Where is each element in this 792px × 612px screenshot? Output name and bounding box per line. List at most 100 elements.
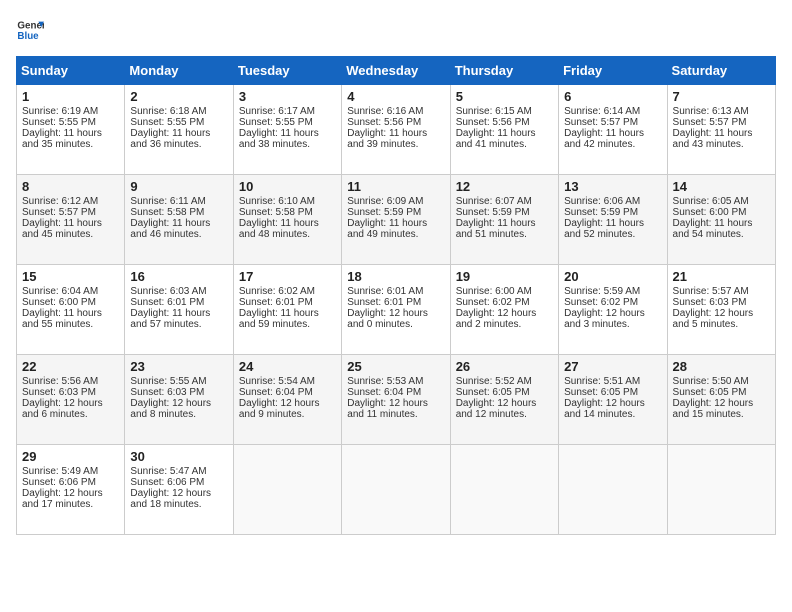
sunset-text: Sunset: 6:01 PM: [347, 297, 421, 308]
sunset-text: Sunset: 6:05 PM: [673, 387, 747, 398]
table-row: 15Sunrise: 6:04 AMSunset: 6:00 PMDayligh…: [17, 265, 125, 355]
daylight-text: Daylight: 11 hours and 43 minutes.: [673, 128, 753, 150]
sunset-text: Sunset: 5:57 PM: [22, 207, 96, 218]
sunrise-text: Sunrise: 6:13 AM: [673, 106, 749, 117]
sunrise-text: Sunrise: 5:57 AM: [673, 286, 749, 297]
daylight-text: Daylight: 12 hours and 3 minutes.: [564, 308, 645, 330]
day-number: 25: [347, 359, 444, 374]
table-row: 21Sunrise: 5:57 AMSunset: 6:03 PMDayligh…: [667, 265, 775, 355]
sunrise-text: Sunrise: 6:04 AM: [22, 286, 98, 297]
table-row: [450, 445, 558, 535]
day-number: 8: [22, 179, 119, 194]
daylight-text: Daylight: 11 hours and 36 minutes.: [130, 128, 210, 150]
table-row: 18Sunrise: 6:01 AMSunset: 6:01 PMDayligh…: [342, 265, 450, 355]
table-row: [559, 445, 667, 535]
sunset-text: Sunset: 6:05 PM: [564, 387, 638, 398]
sunset-text: Sunset: 5:58 PM: [239, 207, 313, 218]
day-number: 20: [564, 269, 661, 284]
table-row: 3Sunrise: 6:17 AMSunset: 5:55 PMDaylight…: [233, 85, 341, 175]
table-row: [342, 445, 450, 535]
daylight-text: Daylight: 12 hours and 0 minutes.: [347, 308, 428, 330]
sunset-text: Sunset: 6:04 PM: [347, 387, 421, 398]
table-row: 14Sunrise: 6:05 AMSunset: 6:00 PMDayligh…: [667, 175, 775, 265]
table-row: 7Sunrise: 6:13 AMSunset: 5:57 PMDaylight…: [667, 85, 775, 175]
sunrise-text: Sunrise: 5:54 AM: [239, 376, 315, 387]
day-number: 29: [22, 449, 119, 464]
daylight-text: Daylight: 12 hours and 9 minutes.: [239, 398, 320, 420]
day-number: 9: [130, 179, 227, 194]
sunset-text: Sunset: 6:05 PM: [456, 387, 530, 398]
day-number: 13: [564, 179, 661, 194]
daylight-text: Daylight: 11 hours and 39 minutes.: [347, 128, 427, 150]
table-row: [667, 445, 775, 535]
day-number: 12: [456, 179, 553, 194]
table-row: 29Sunrise: 5:49 AMSunset: 6:06 PMDayligh…: [17, 445, 125, 535]
sunrise-text: Sunrise: 6:02 AM: [239, 286, 315, 297]
daylight-text: Daylight: 11 hours and 54 minutes.: [673, 218, 753, 240]
sunrise-text: Sunrise: 6:19 AM: [22, 106, 98, 117]
sunrise-text: Sunrise: 6:12 AM: [22, 196, 98, 207]
sunrise-text: Sunrise: 5:56 AM: [22, 376, 98, 387]
header: General Blue: [16, 16, 776, 44]
logo-icon: General Blue: [16, 16, 44, 44]
sunrise-text: Sunrise: 6:00 AM: [456, 286, 532, 297]
daylight-text: Daylight: 12 hours and 18 minutes.: [130, 488, 211, 510]
sunrise-text: Sunrise: 6:18 AM: [130, 106, 206, 117]
day-number: 10: [239, 179, 336, 194]
sunset-text: Sunset: 6:06 PM: [130, 477, 204, 488]
sunset-text: Sunset: 6:03 PM: [673, 297, 747, 308]
sunrise-text: Sunrise: 5:51 AM: [564, 376, 640, 387]
daylight-text: Daylight: 11 hours and 49 minutes.: [347, 218, 427, 240]
sunrise-text: Sunrise: 6:03 AM: [130, 286, 206, 297]
day-number: 1: [22, 89, 119, 104]
sunrise-text: Sunrise: 6:10 AM: [239, 196, 315, 207]
day-number: 21: [673, 269, 770, 284]
daylight-text: Daylight: 11 hours and 41 minutes.: [456, 128, 536, 150]
sunrise-text: Sunrise: 5:49 AM: [22, 466, 98, 477]
col-friday: Friday: [559, 57, 667, 85]
table-row: 4Sunrise: 6:16 AMSunset: 5:56 PMDaylight…: [342, 85, 450, 175]
day-number: 30: [130, 449, 227, 464]
daylight-text: Daylight: 11 hours and 46 minutes.: [130, 218, 210, 240]
day-number: 26: [456, 359, 553, 374]
sunset-text: Sunset: 6:01 PM: [130, 297, 204, 308]
table-row: 24Sunrise: 5:54 AMSunset: 6:04 PMDayligh…: [233, 355, 341, 445]
sunrise-text: Sunrise: 6:14 AM: [564, 106, 640, 117]
table-row: 20Sunrise: 5:59 AMSunset: 6:02 PMDayligh…: [559, 265, 667, 355]
calendar-body: 1 Sunrise: 6:19 AMSunset: 5:55 PM Daylight…: [17, 85, 776, 535]
sunrise-text: Sunrise: 6:01 AM: [347, 286, 423, 297]
day-number: 5: [456, 89, 553, 104]
daylight-text: Daylight: 12 hours and 2 minutes.: [456, 308, 537, 330]
day-number: 2: [130, 89, 227, 104]
table-row: 12Sunrise: 6:07 AMSunset: 5:59 PMDayligh…: [450, 175, 558, 265]
daylight-text: Daylight: 11 hours and 59 minutes.: [239, 308, 319, 330]
table-row: 11Sunrise: 6:09 AMSunset: 5:59 PMDayligh…: [342, 175, 450, 265]
day-number: 11: [347, 179, 444, 194]
calendar-header: Sunday Monday Tuesday Wednesday Thursday…: [17, 57, 776, 85]
table-row: [233, 445, 341, 535]
table-row: 16Sunrise: 6:03 AMSunset: 6:01 PMDayligh…: [125, 265, 233, 355]
table-row: 27Sunrise: 5:51 AMSunset: 6:05 PMDayligh…: [559, 355, 667, 445]
sunset-text: Sunset: 6:00 PM: [673, 207, 747, 218]
col-tuesday: Tuesday: [233, 57, 341, 85]
sunset-text: Sunset: 6:02 PM: [456, 297, 530, 308]
col-wednesday: Wednesday: [342, 57, 450, 85]
table-row: 10Sunrise: 6:10 AMSunset: 5:58 PMDayligh…: [233, 175, 341, 265]
sunset-text: Sunset: 5:56 PM: [456, 117, 530, 128]
sunset-text: Sunset: 6:01 PM: [239, 297, 313, 308]
sunset-text: Sunset: 5:55 PM: [22, 117, 96, 128]
col-thursday: Thursday: [450, 57, 558, 85]
day-number: 6: [564, 89, 661, 104]
table-row: 2Sunrise: 6:18 AMSunset: 5:55 PMDaylight…: [125, 85, 233, 175]
sunrise-text: Sunrise: 5:59 AM: [564, 286, 640, 297]
sunset-text: Sunset: 6:03 PM: [130, 387, 204, 398]
sunset-text: Sunset: 6:06 PM: [22, 477, 96, 488]
sunrise-text: Sunrise: 6:17 AM: [239, 106, 315, 117]
sunset-text: Sunset: 6:03 PM: [22, 387, 96, 398]
day-number: 4: [347, 89, 444, 104]
day-number: 27: [564, 359, 661, 374]
sunrise-text: Sunrise: 6:05 AM: [673, 196, 749, 207]
daylight-text: Daylight: 12 hours and 8 minutes.: [130, 398, 211, 420]
day-number: 22: [22, 359, 119, 374]
daylight-text: Daylight: 12 hours and 15 minutes.: [673, 398, 754, 420]
